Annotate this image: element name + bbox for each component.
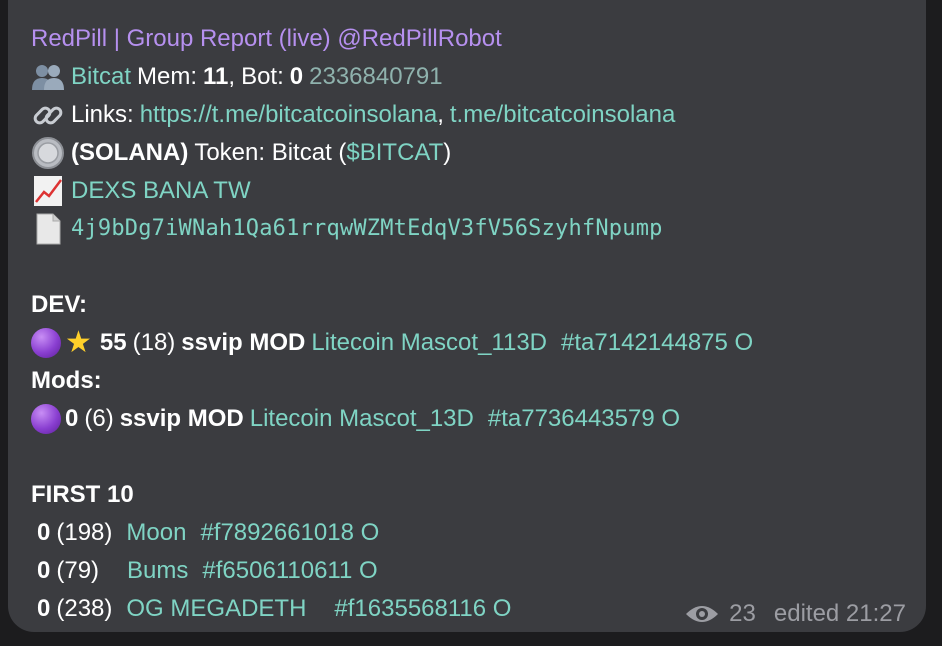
- busts-in-silhouette-icon: [32, 65, 64, 90]
- links-separator: ,: [437, 101, 444, 128]
- mods-name[interactable]: Litecoin Mascot_13D: [250, 400, 474, 438]
- token-line: (SOLANA) Token: Bitcat ( $BITCAT ): [31, 134, 753, 172]
- list-item: 0 (198) Moon #f7892661018 O: [31, 514, 753, 552]
- sender-name[interactable]: RedPill | Group Report (live) @RedPillRo…: [31, 20, 502, 58]
- token-chain: (SOLANA): [71, 139, 189, 166]
- dex-links[interactable]: DEXS BANA TW: [71, 172, 251, 210]
- chart-increasing-icon: [34, 176, 62, 206]
- first10-name[interactable]: Bums: [127, 552, 188, 590]
- first10-heading: FIRST 10: [31, 476, 753, 514]
- group-name-link[interactable]: Bitcat: [71, 58, 131, 96]
- first10-score: 0: [37, 519, 51, 546]
- group-line: Bitcat Mem: 11, Bot: 0 2336840791: [31, 58, 753, 96]
- first10-name[interactable]: Moon: [126, 514, 186, 552]
- eye-icon: [686, 606, 719, 622]
- token-ticker[interactable]: $BITCAT: [346, 134, 443, 172]
- purple-circle-icon: [31, 404, 61, 434]
- first10-count: (198): [56, 519, 113, 546]
- message-body: RedPill | Group Report (live) @RedPillRo…: [31, 20, 753, 628]
- first10-heading-text: FIRST 10: [31, 481, 134, 508]
- contract-line: 4j9bDg7iWNah1Qa61rrqwWZMtEdqV3fV56SzyhfN…: [31, 210, 753, 248]
- dev-count: (18): [132, 329, 176, 356]
- mem-label: Mem:: [137, 63, 198, 90]
- first10-count: (79): [56, 557, 100, 584]
- dex-line: DEXS BANA TW: [31, 172, 753, 210]
- first10-id[interactable]: #f1635568116 O: [334, 590, 511, 628]
- list-item: 0 (79) Bums #f6506110611 O: [31, 552, 753, 590]
- dev-row: ★ 55 (18) ssvip MOD Litecoin Mascot_113D…: [31, 324, 753, 362]
- dev-score: 55: [99, 329, 127, 356]
- mods-heading-text: Mods:: [31, 367, 102, 394]
- mods-tags: ssvip MOD: [119, 405, 244, 432]
- bot-value: 0: [289, 63, 304, 90]
- dev-heading: DEV:: [31, 286, 753, 324]
- link-1[interactable]: https://t.me/bitcatcoinsolana: [140, 96, 438, 134]
- sender-line: RedPill | Group Report (live) @RedPillRo…: [31, 20, 753, 58]
- link-2[interactable]: t.me/bitcatcoinsolana: [450, 96, 675, 134]
- page-icon: [36, 213, 61, 245]
- first10-id[interactable]: #f6506110611 O: [202, 552, 377, 590]
- edited-timestamp: edited 21:27: [773, 600, 906, 627]
- first10-score: 0: [37, 595, 51, 622]
- first10-name[interactable]: OG MEGADETH: [126, 590, 306, 628]
- group-id: 2336840791: [309, 63, 443, 90]
- dev-tags: ssvip MOD: [181, 329, 306, 356]
- mods-heading: Mods:: [31, 362, 753, 400]
- links-line: Links: https://t.me/bitcatcoinsolana , t…: [31, 96, 753, 134]
- first10-id[interactable]: #f7892661018 O: [200, 514, 379, 552]
- list-item: 0 (238) OG MEGADETH #f1635568116 O: [31, 590, 753, 628]
- contract-address[interactable]: 4j9bDg7iWNah1Qa61rrqwWZMtEdqV3fV56SzyhfN…: [71, 210, 663, 248]
- coin-icon: [32, 137, 64, 169]
- message-meta: 23 edited 21:27: [685, 600, 906, 628]
- first10-count: (238): [56, 595, 113, 622]
- dev-id[interactable]: #ta7142144875 O: [561, 324, 753, 362]
- dev-name[interactable]: Litecoin Mascot_113D: [311, 324, 547, 362]
- mem-value: 11: [203, 63, 229, 90]
- token-label: Token: Bitcat (: [194, 139, 347, 166]
- mods-row: 0 (6) ssvip MOD Litecoin Mascot_13D #ta7…: [31, 400, 753, 438]
- token-close: ): [443, 139, 452, 166]
- purple-circle-icon: [31, 328, 61, 358]
- dev-heading-text: DEV:: [31, 291, 88, 318]
- links-label: Links:: [71, 101, 134, 128]
- link-icon: [33, 106, 63, 125]
- star-icon: ★: [65, 326, 92, 359]
- mods-count: (6): [84, 405, 114, 432]
- mods-score: 0: [65, 405, 79, 432]
- mods-id[interactable]: #ta7736443579 O: [488, 400, 680, 438]
- view-count: 23: [729, 600, 756, 627]
- first10-score: 0: [37, 557, 51, 584]
- bot-label: Bot:: [241, 63, 284, 90]
